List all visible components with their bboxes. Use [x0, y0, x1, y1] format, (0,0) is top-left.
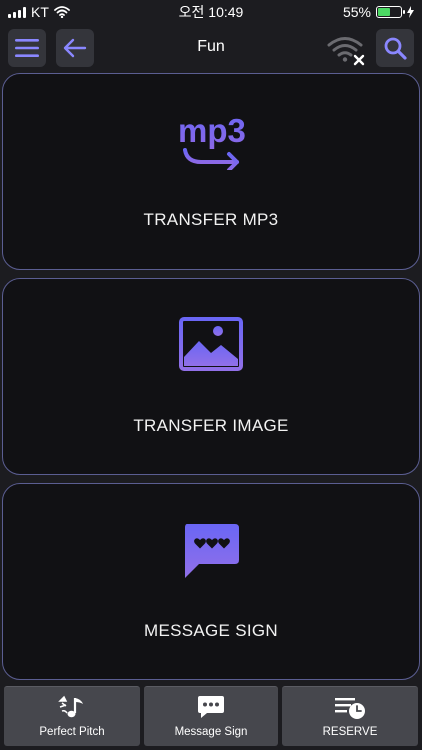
transfer-mp3-label: TRANSFER MP3 — [143, 210, 279, 229]
music-note-icon — [58, 695, 83, 718]
top-toolbar: Fun — [0, 26, 422, 70]
search-icon — [384, 37, 407, 60]
wifi-disconnected-icon — [327, 37, 365, 66]
tab-message-sign[interactable]: Message Sign — [144, 686, 278, 746]
tab-message-sign-label: Message Sign — [174, 726, 248, 738]
transfer-image-label: TRANSFER IMAGE — [133, 416, 289, 435]
wifi-status-button[interactable] — [326, 32, 368, 68]
schedule-clock-icon — [335, 698, 365, 719]
mp3-icon-text: mp3 — [178, 112, 246, 149]
tab-reserve[interactable]: RESERVE — [282, 686, 418, 746]
status-time: 오전 10:49 — [178, 4, 244, 20]
mp3-transfer-icon: mp3 — [178, 112, 246, 170]
transfer-mp3-card[interactable]: mp3 TRANSFER MP3 — [2, 73, 420, 270]
chat-bubble-icon — [198, 696, 224, 718]
tab-perfect-pitch[interactable]: Perfect Pitch — [4, 686, 140, 746]
search-button[interactable] — [376, 29, 414, 67]
status-bar: KT 오전 10:49 55% — [0, 0, 422, 24]
tab-perfect-pitch-label: Perfect Pitch — [39, 726, 105, 738]
battery-fill — [378, 8, 391, 16]
battery-icon — [376, 6, 405, 18]
message-hearts-icon — [185, 524, 239, 578]
message-sign-label: MESSAGE SIGN — [144, 621, 278, 640]
image-icon — [179, 317, 243, 371]
message-sign-card[interactable]: MESSAGE SIGN — [2, 483, 420, 680]
bottom-tab-bar: Perfect Pitch Message Sign RESERVE — [0, 682, 422, 750]
transfer-image-card[interactable]: TRANSFER IMAGE — [2, 278, 420, 475]
tab-reserve-label: RESERVE — [322, 726, 378, 738]
